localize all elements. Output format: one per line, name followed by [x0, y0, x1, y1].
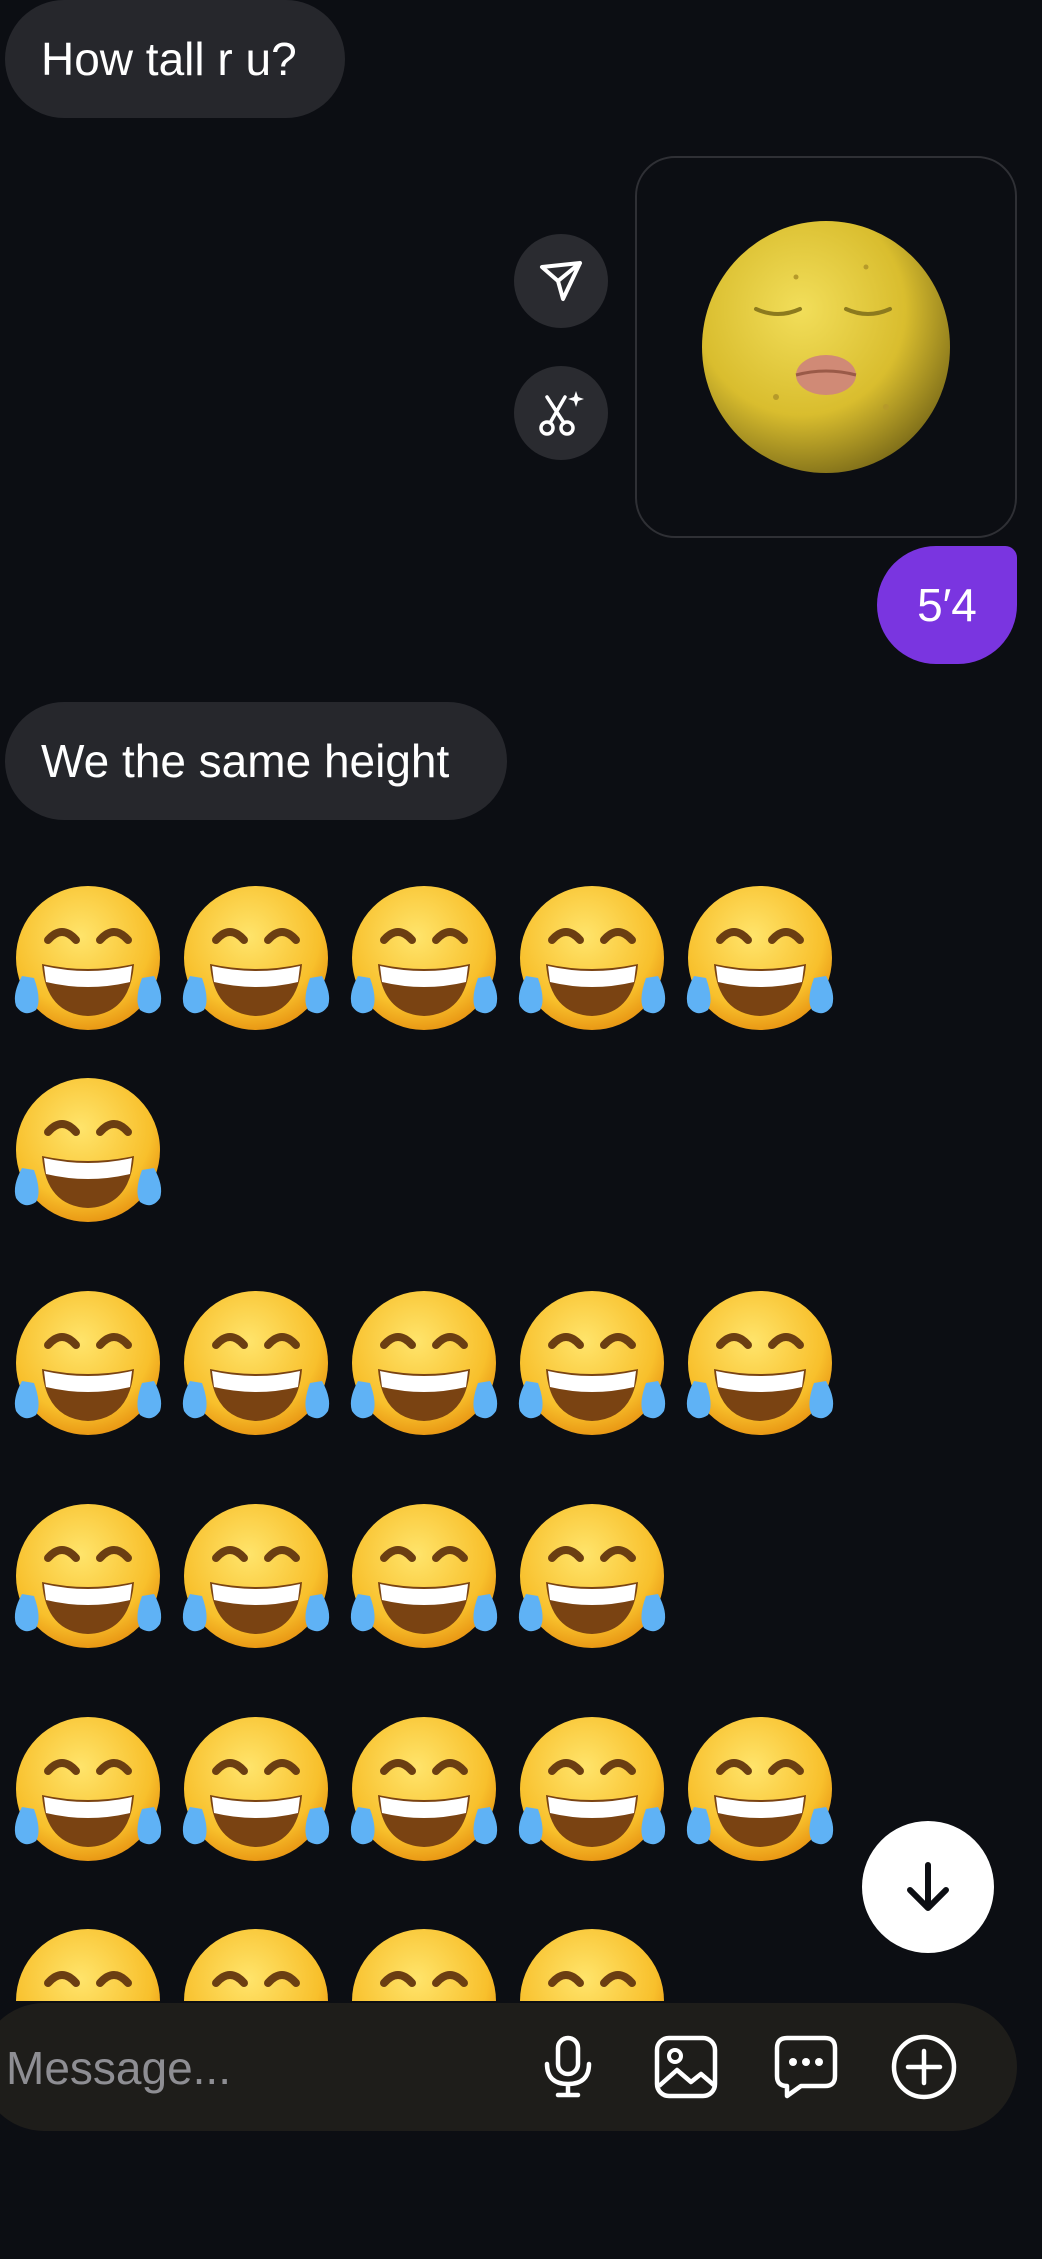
- message-text: 5′4: [917, 579, 977, 631]
- arrow-down-icon: [907, 1862, 949, 1911]
- sticker-chat-button[interactable]: [766, 2027, 846, 2107]
- emoji-message-row[interactable]: [8, 1709, 840, 1869]
- message-text: We the same height: [41, 735, 450, 787]
- face-with-tears-of-joy-emoji: [184, 1929, 328, 2001]
- plus-circle-icon: [891, 2034, 957, 2100]
- send-icon: [540, 261, 582, 301]
- face-with-tears-of-joy-emoji: [518, 1717, 666, 1861]
- scroll-to-bottom-button[interactable]: [862, 1821, 994, 1953]
- emoji-message-row[interactable]: [8, 1921, 672, 2001]
- face-with-tears-of-joy-emoji: [518, 1291, 666, 1435]
- face-with-tears-of-joy-emoji: [182, 1504, 330, 1648]
- face-with-tears-of-joy-emoji: [14, 886, 162, 1030]
- face-with-tears-of-joy-emoji: [14, 1717, 162, 1861]
- incoming-message[interactable]: How tall r u?: [5, 0, 345, 118]
- emoji-message-row[interactable]: [8, 1283, 840, 1443]
- incoming-message[interactable]: We the same height: [5, 702, 507, 820]
- message-input[interactable]: [4, 2003, 488, 2133]
- face-with-tears-of-joy-emoji: [686, 1717, 834, 1861]
- emoji-message-row[interactable]: [8, 1070, 168, 1230]
- face-with-tears-of-joy-emoji: [14, 1291, 162, 1435]
- cut-sparkle-icon: [539, 391, 584, 436]
- face-with-tears-of-joy-emoji: [350, 1504, 498, 1648]
- face-with-tears-of-joy-emoji: [350, 1717, 498, 1861]
- face-with-tears-of-joy-emoji: [14, 1078, 162, 1222]
- chat-bubble-icon: [774, 2035, 838, 2099]
- gallery-button[interactable]: [646, 2027, 726, 2107]
- emoji-message-row[interactable]: [8, 878, 840, 1038]
- add-button[interactable]: [884, 2027, 964, 2107]
- face-with-tears-of-joy-emoji: [350, 886, 498, 1030]
- remix-sticker-button[interactable]: [514, 366, 608, 460]
- send-sticker-button[interactable]: [514, 234, 608, 328]
- message-text: How tall r u?: [41, 33, 297, 85]
- face-with-tears-of-joy-emoji: [350, 1291, 498, 1435]
- face-with-tears-of-joy-emoji: [518, 886, 666, 1030]
- face-with-tears-of-joy-emoji: [16, 1929, 160, 2001]
- sticker-message[interactable]: [635, 156, 1017, 538]
- face-with-tears-of-joy-emoji: [182, 1291, 330, 1435]
- face-with-tears-of-joy-emoji: [686, 886, 834, 1030]
- face-with-tears-of-joy-emoji: [352, 1929, 496, 2001]
- face-with-tears-of-joy-emoji: [686, 1291, 834, 1435]
- face-with-tears-of-joy-emoji: [14, 1504, 162, 1648]
- microphone-icon: [544, 2035, 592, 2098]
- lemon-face-sticker: [702, 221, 950, 473]
- image-icon: [654, 2035, 718, 2099]
- message-composer: [0, 2003, 1017, 2133]
- face-with-tears-of-joy-emoji: [182, 886, 330, 1030]
- microphone-button[interactable]: [528, 2027, 608, 2107]
- outgoing-message[interactable]: 5′4: [877, 546, 1017, 664]
- face-with-tears-of-joy-emoji: [520, 1929, 664, 2001]
- face-with-tears-of-joy-emoji: [182, 1717, 330, 1861]
- emoji-message-row[interactable]: [8, 1496, 672, 1656]
- face-with-tears-of-joy-emoji: [518, 1504, 666, 1648]
